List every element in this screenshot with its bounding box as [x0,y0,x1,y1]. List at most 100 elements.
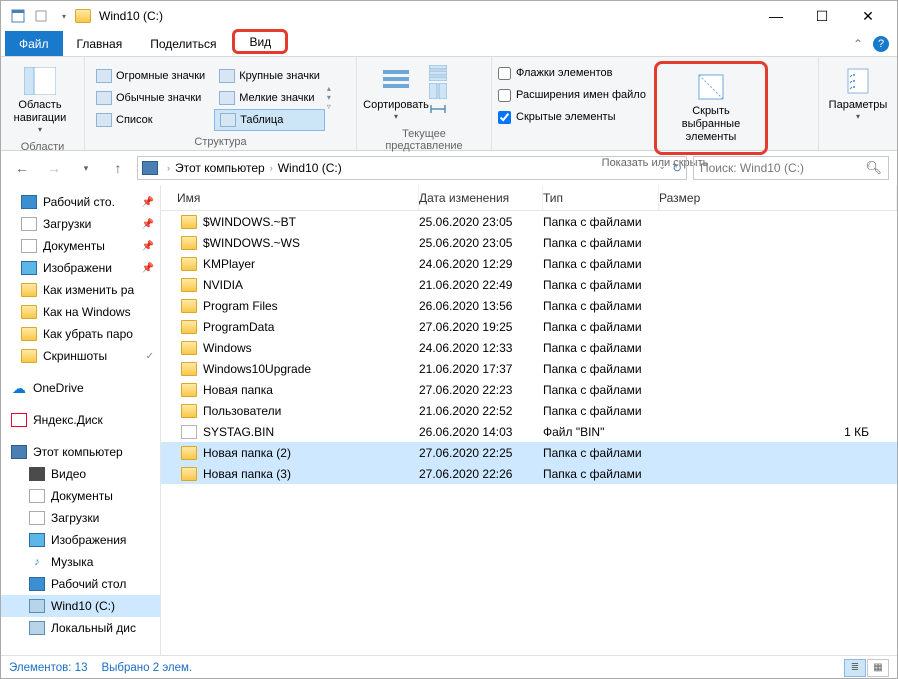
view-details-icon[interactable]: ≣ [844,659,866,677]
layout-huge[interactable]: Огромные значки [91,65,210,87]
address-bar[interactable]: › Этот компьютер › Wind10 (C:) ⌄ ↻ [137,156,687,180]
nav-item[interactable]: Рабочий сто.📌 [1,191,160,213]
layout-details[interactable]: Таблица [214,109,325,131]
crumb-this-pc[interactable]: Этот компьютер [175,161,265,175]
qat-dropdown-icon[interactable]: ▾ [53,5,75,27]
tab-view[interactable]: Вид [232,29,288,54]
qat-new-icon[interactable] [30,5,52,27]
nav-item[interactable]: Как на Windows [1,301,160,323]
file-row[interactable]: Windows24.06.2020 12:33Папка с файлами [161,337,897,358]
nav-item[interactable]: Документы [1,485,160,507]
doc-icon [21,239,37,253]
layout-list[interactable]: Список [91,109,210,131]
nav-item[interactable]: Загрузки [1,507,160,529]
yadisk-icon [11,413,27,427]
layout-small[interactable]: Мелкие значки [214,87,325,109]
forward-button[interactable]: → [41,155,67,181]
status-bar: Элементов: 13 Выбрано 2 элем. ≣ ▦ [1,655,897,679]
pc-icon [142,161,158,175]
sort-button[interactable]: Сортировать [363,61,429,126]
nav-item[interactable]: ☁OneDrive [1,377,160,399]
nav-item[interactable]: Этот компьютер [1,441,160,463]
desk-icon [29,577,45,591]
group-panes-label: Области [7,139,78,155]
help-icon[interactable]: ? [873,36,889,52]
layout-scroll[interactable]: ▴▾▿ [327,82,341,113]
hide-selected-button[interactable]: Скрыть выбранные элементы [661,67,761,149]
file-row[interactable]: Windows10Upgrade21.06.2020 17:37Папка с … [161,358,897,379]
onedrive-icon: ☁ [11,381,27,395]
tab-share[interactable]: Поделиться [136,31,230,56]
address-row: ← → ▾ ↑ › Этот компьютер › Wind10 (C:) ⌄… [1,151,897,185]
group-by-icon[interactable] [429,65,447,81]
file-list[interactable]: $WINDOWS.~BT25.06.2020 23:05Папка с файл… [161,211,897,655]
crumb-drive[interactable]: Wind10 (C:) [278,161,342,175]
checkbox-extensions[interactable]: Расширения имен файло [498,85,646,105]
file-row[interactable]: NVIDIA21.06.2020 22:49Папка с файлами [161,274,897,295]
checkbox-item-checkboxes[interactable]: Флажки элементов [498,63,646,83]
search-box[interactable]: Поиск: Wind10 (C:) 🔍︎ [693,156,889,180]
pin-icon: 📌 [142,197,154,208]
search-icon[interactable]: 🔍︎ [865,160,882,176]
view-thumbs-icon[interactable]: ▦ [867,659,889,677]
file-row[interactable]: Новая папка27.06.2020 22:23Папка с файла… [161,379,897,400]
maximize-button[interactable]: ☐ [799,1,845,31]
col-type[interactable]: Тип [543,185,659,210]
col-date[interactable]: Дата изменения [419,185,543,210]
size-columns-icon[interactable] [429,101,447,117]
nav-item[interactable]: Загрузки📌 [1,213,160,235]
checkbox-hidden-items[interactable]: Скрытые элементы [498,107,646,127]
file-row[interactable]: Program Files26.06.2020 13:56Папка с фай… [161,295,897,316]
desk-icon [21,195,37,209]
nav-item[interactable]: Рабочий стол [1,573,160,595]
nav-item[interactable]: Документы📌 [1,235,160,257]
file-row[interactable]: Новая папка (2)27.06.2020 22:25Папка с ф… [161,442,897,463]
refresh-icon[interactable]: ↻ [672,161,682,175]
navigation-pane-button[interactable]: Область навигации [7,61,73,139]
file-row[interactable]: $WINDOWS.~WS25.06.2020 23:05Папка с файл… [161,232,897,253]
back-button[interactable]: ← [9,155,35,181]
history-dropdown[interactable]: ▾ [73,155,99,181]
nav-item[interactable]: Как изменить ра [1,279,160,301]
pin-icon: ✓ [146,351,154,362]
nav-item[interactable]: Локальный дис [1,617,160,639]
close-button[interactable]: ✕ [845,1,891,31]
folder-icon [181,215,197,229]
col-size[interactable]: Размер [659,185,897,210]
add-columns-icon[interactable] [429,83,447,99]
nav-item[interactable]: Изображени📌 [1,257,160,279]
nav-item[interactable]: Яндекс.Диск [1,409,160,431]
window-title: Wind10 (C:) [99,9,163,23]
tab-home[interactable]: Главная [63,31,137,56]
layout-large[interactable]: Крупные значки [214,65,325,87]
file-row[interactable]: Новая папка (3)27.06.2020 22:26Папка с ф… [161,463,897,484]
options-button[interactable]: Параметры [825,61,891,126]
file-row[interactable]: ProgramData27.06.2020 19:25Папка с файла… [161,316,897,337]
img-icon [29,533,45,547]
tab-file[interactable]: Файл [5,31,63,56]
nav-item[interactable]: Изображения [1,529,160,551]
up-button[interactable]: ↑ [105,155,131,181]
col-name[interactable]: Имя [161,185,419,210]
nav-item[interactable]: Wind10 (C:) [1,595,160,617]
file-row[interactable]: KMPlayer24.06.2020 12:29Папка с файлами [161,253,897,274]
folder-icon [181,236,197,250]
qat-props-icon[interactable] [7,5,29,27]
file-row[interactable]: $WINDOWS.~BT25.06.2020 23:05Папка с файл… [161,211,897,232]
layout-normal[interactable]: Обычные значки [91,87,210,109]
nav-item[interactable]: Как убрать паро [1,323,160,345]
ribbon-collapse-icon[interactable]: ⌃ [853,37,863,51]
addr-dropdown-icon[interactable]: ⌄ [658,161,666,175]
folder-icon [181,446,197,460]
navigation-pane[interactable]: Рабочий сто.📌Загрузки📌Документы📌Изображе… [1,185,161,655]
nav-item[interactable]: Скриншоты✓ [1,345,160,367]
nav-item[interactable]: ♪Музыка [1,551,160,573]
file-row[interactable]: SYSTAG.BIN26.06.2020 14:03Файл "BIN"1 КБ [161,421,897,442]
file-row[interactable]: Пользователи21.06.2020 22:52Папка с файл… [161,400,897,421]
hide-selected-highlight: Скрыть выбранные элементы [654,61,768,155]
status-count: Элементов: 13 [9,662,87,674]
dl-icon [29,511,45,525]
column-headers[interactable]: Имя Дата изменения Тип Размер [161,185,897,211]
nav-item[interactable]: Видео [1,463,160,485]
minimize-button[interactable]: — [753,1,799,31]
